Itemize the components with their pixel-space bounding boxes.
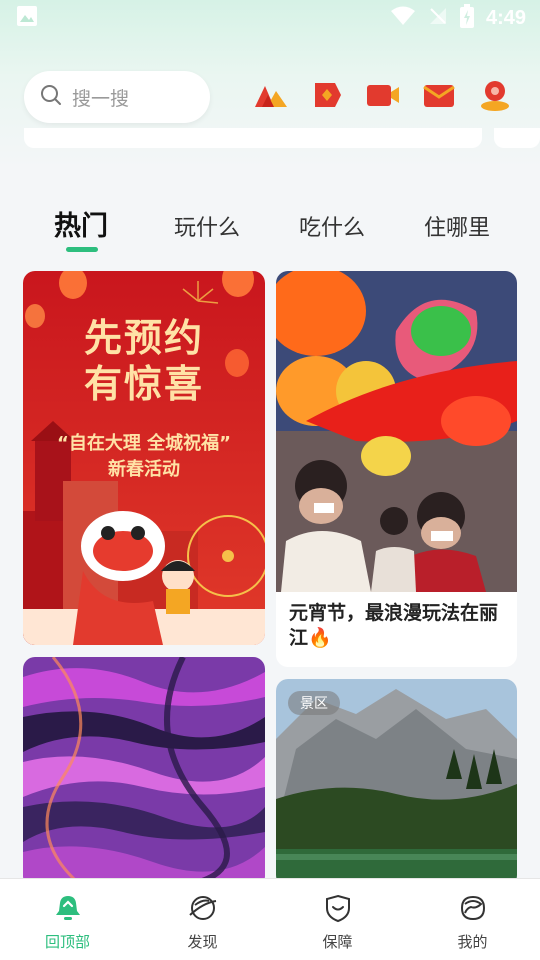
search-icon xyxy=(40,84,62,110)
feed-card-lantern[interactable]: 元宵节，最浪漫玩法在丽江🔥 xyxy=(276,271,517,667)
battery-charging-icon xyxy=(459,4,474,32)
no-signal-icon xyxy=(428,6,448,30)
promo-subtitle: 新春活动 xyxy=(108,459,180,480)
nav-label: 保障 xyxy=(322,933,353,951)
wifi-icon xyxy=(390,6,416,30)
red-envelope-icon[interactable] xyxy=(422,78,456,112)
banner-card-edge-next xyxy=(494,128,540,148)
video-icon[interactable] xyxy=(366,78,400,112)
ticket-icon[interactable] xyxy=(310,78,344,112)
location-pin-icon[interactable] xyxy=(478,78,512,112)
nav-label: 我的 xyxy=(457,933,488,951)
card-title: 元宵节，最浪漫玩法在丽江🔥 xyxy=(289,602,499,649)
nav-profile[interactable]: 我的 xyxy=(405,879,540,960)
bell-up-icon xyxy=(53,893,83,927)
status-time: 4:49 xyxy=(485,6,526,29)
rice-terraces-image xyxy=(23,657,265,887)
profile-icon xyxy=(458,893,488,927)
nav-guarantee[interactable]: 保障 xyxy=(270,879,405,960)
nav-discover[interactable]: 发现 xyxy=(135,879,270,960)
search-input[interactable]: 搜一搜 xyxy=(24,71,210,123)
search-placeholder: 搜一搜 xyxy=(72,87,130,110)
feed-card-promo[interactable]: 先预约 有惊喜 “自在大理 全城祝福” 新春活动 xyxy=(23,271,265,645)
tab-eat[interactable]: 吃什么 xyxy=(299,210,365,242)
nav-label: 回顶部 xyxy=(44,933,90,951)
planet-icon xyxy=(187,893,219,927)
nav-label: 发现 xyxy=(187,933,218,951)
nav-back-to-top[interactable]: 回顶部 xyxy=(0,879,135,960)
tab-active-indicator xyxy=(66,247,98,252)
tab-play[interactable]: 玩什么 xyxy=(174,210,240,242)
lantern-festival-image xyxy=(276,271,517,592)
tab-stay[interactable]: 住哪里 xyxy=(424,210,490,242)
bottom-nav: 回顶部 发现 保障 我的 xyxy=(0,878,540,960)
scenic-badge: 景区 xyxy=(288,691,340,715)
tab-hot[interactable]: 热门 xyxy=(54,204,108,243)
feed-card-terraces[interactable] xyxy=(23,657,265,887)
quick-entry-row xyxy=(254,78,512,112)
promo-headline-2: 有惊喜 xyxy=(83,362,204,406)
status-bar: 4:49 xyxy=(0,0,540,36)
promo-slogan: “自在大理 全城祝福” xyxy=(57,433,231,454)
category-tabs: 热门 玩什么 吃什么 住哪里 xyxy=(0,200,540,260)
promo-headline-1: 先预约 xyxy=(83,316,204,360)
shield-icon xyxy=(323,893,353,927)
banner-card-edge xyxy=(24,128,482,148)
feed-card-scenic[interactable]: 景区 xyxy=(276,679,517,887)
mountain-icon[interactable] xyxy=(254,78,288,112)
gallery-notification-icon xyxy=(16,5,38,31)
